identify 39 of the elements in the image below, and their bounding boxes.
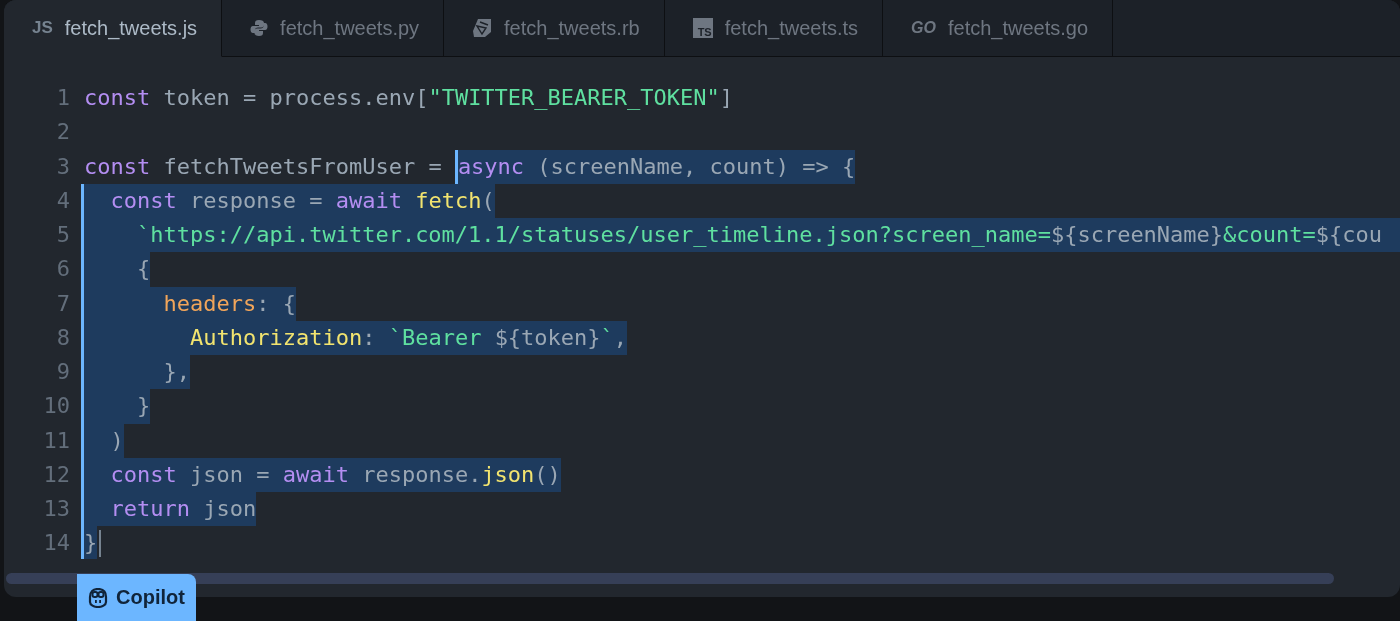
text-cursor [99, 530, 102, 557]
code-line: const fetchTweetsFromUser = async (screenName, count) => { [84, 149, 856, 184]
line-number: 1 [55, 84, 71, 112]
robot-head-icon [87, 587, 109, 608]
language-label: JS [32, 18, 53, 38]
code-line: const json = await response.json() [84, 457, 561, 492]
file-tab[interactable]: JS fetch_tweets.js [4, 0, 223, 57]
line-number: 2 [55, 118, 71, 147]
gem-icon [472, 18, 493, 38]
code-line: `https://api.twitter.com/1.1/statuses/user_timeline.json?screen_name=${screenName}&count=${cou [84, 218, 1383, 253]
line-number: 12 [42, 460, 71, 489]
code-line: return json [84, 492, 257, 527]
line-number: 9 [55, 358, 71, 386]
file-tab[interactable]: fetch_tweets.py [222, 0, 445, 57]
line-number: 11 [42, 426, 71, 455]
line-number: 7 [55, 289, 71, 318]
copilot-label: Copilot [77, 574, 196, 621]
selection-marker [454, 149, 458, 184]
code-line: const response = await fetch( [84, 183, 495, 218]
line-number: 4 [55, 186, 71, 215]
horizontal-scrollbar[interactable] [6, 572, 1334, 584]
line-number: 3 [55, 152, 71, 181]
code-line: const token = process.env["TWITTER_BEARER_TOKEN"] [84, 84, 734, 112]
intertwined-shapes-icon [250, 19, 269, 37]
file-tab[interactable]: GO fetch_tweets.go [883, 0, 1114, 57]
code-line: Authorization: `Bearer ${token}`, [84, 320, 628, 355]
line-number: 5 [55, 221, 71, 249]
language-label: GO [911, 19, 936, 37]
language-badge: TS [692, 18, 713, 38]
line-number: 10 [42, 392, 71, 421]
line-number: 6 [55, 255, 71, 284]
code-line: headers: { [84, 286, 296, 321]
line-number: 8 [55, 323, 71, 352]
selection-highlight [1382, 218, 1400, 253]
line-number: 13 [42, 495, 71, 523]
file-tab[interactable]: TS fetch_tweets.ts [664, 0, 884, 57]
code-line: } [84, 526, 102, 559]
file-tab[interactable]: fetch_tweets.rb [444, 0, 665, 57]
line-number: 14 [42, 529, 71, 558]
